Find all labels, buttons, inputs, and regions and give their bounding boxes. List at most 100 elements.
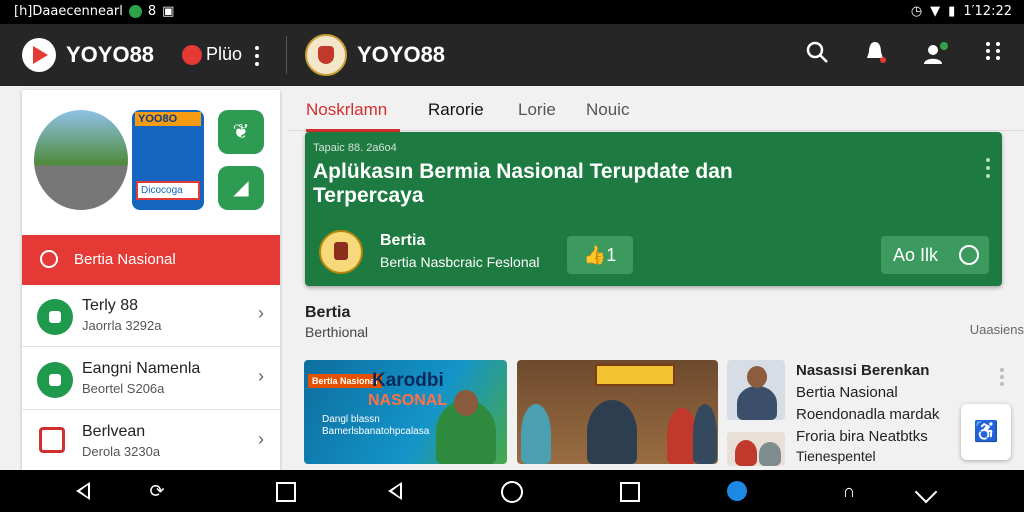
store-title: YOYO88	[66, 42, 155, 67]
app-bar: YOYO88 Plüo YOYO88	[0, 24, 1024, 86]
nav-item-subtitle: Derola 3230a	[82, 444, 161, 459]
news-card-title: Karodbi	[372, 370, 444, 391]
promo-banner-sub: Dicocoga	[136, 181, 200, 200]
nav-item-subtitle: Beortel S206a	[82, 381, 165, 396]
hero-meta: Tapaic 88. 2a6o4	[313, 142, 397, 154]
browser-icon[interactable]	[724, 478, 750, 504]
chevron-right-icon: ›	[258, 366, 264, 386]
thumbs-up-icon: 👍	[583, 245, 607, 265]
like-count: 1	[606, 245, 617, 265]
hide-keyboard-icon[interactable]	[914, 478, 940, 504]
section-title: Bertia	[305, 304, 351, 321]
hero-brand-subtitle: Bertia Nasbcraic Feslonal	[380, 254, 540, 270]
plus-badge[interactable]: Plüo	[182, 44, 242, 65]
like-button[interactable]: 👍1	[567, 236, 633, 274]
shop-sign-image	[595, 364, 675, 386]
apps-grid-icon[interactable]	[978, 40, 1008, 70]
hero-action-button[interactable]: Ao Ilk	[881, 236, 989, 274]
hero-action-label: Ao Ilk	[893, 245, 939, 265]
hero-headline: Aplükasın Bermia Nasional Terupdate dan …	[313, 160, 733, 207]
news-card[interactable]: Bertia Nasional Karodbi NASONAL Dangl bl…	[304, 360, 507, 464]
side-news-line: Tienespentel	[796, 448, 876, 464]
tab-2[interactable]: Lorie	[518, 100, 556, 120]
recents-icon[interactable]	[616, 478, 642, 504]
promo-banner[interactable]: YOO8O Dicocoga	[132, 110, 204, 210]
nav-item-active[interactable]: Bertia Nasional	[22, 235, 280, 285]
store-brand[interactable]: YOYO88	[22, 38, 154, 72]
app-title: YOYO88	[357, 42, 446, 67]
record-icon	[182, 44, 202, 65]
headset-icon[interactable]: ∩	[836, 478, 862, 504]
news-thumb-image[interactable]	[727, 360, 785, 420]
nav-item-active-label: Bertia Nasional	[74, 251, 176, 268]
chart-icon[interactable]: ◢	[218, 166, 264, 210]
brand-emblem-icon	[319, 230, 363, 274]
person-image	[587, 400, 637, 464]
news-card-photo[interactable]	[517, 360, 718, 464]
tab-1[interactable]: Rarorie	[428, 100, 484, 120]
status-time: 1′12:22	[963, 4, 1012, 19]
app-emblem-icon	[305, 34, 347, 76]
nav-item[interactable]: Terly 88 Jaorrla 3292a ›	[22, 285, 280, 347]
leaf-icon[interactable]: ❦	[218, 110, 264, 154]
system-nav-bar: ⟳ ∩	[0, 470, 1024, 512]
side-news-title[interactable]: Nasasısi Berenkan	[796, 362, 929, 379]
main-content: Noskrlamn Rarorie Lorie Nouic Tapaic 88.…	[288, 86, 1024, 470]
person-image	[693, 404, 717, 464]
news-card-text: Dangl blassn Bamerlsbanatohpcalasa	[322, 414, 430, 437]
more-vert-icon[interactable]	[255, 46, 259, 66]
hero-card[interactable]: Tapaic 88. 2a6o4 Aplükasın Bermia Nasion…	[305, 132, 1002, 286]
plus-label: Plüo	[206, 44, 243, 64]
accessibility-float-button[interactable]: ♿	[961, 404, 1011, 460]
nav-item-title: Berlvean	[82, 423, 146, 440]
more-vert-icon[interactable]	[986, 158, 990, 182]
side-news-line: Roendonadla mardak	[796, 406, 940, 423]
hero-brand-title: Bertia	[380, 232, 426, 249]
grid-icon	[39, 427, 65, 453]
chevron-right-icon: ›	[258, 303, 264, 323]
news-thumb-image[interactable]	[727, 432, 785, 466]
section-subtitle: Berthional	[305, 324, 369, 340]
rotate-icon[interactable]: ⟳	[144, 478, 170, 504]
alarm-icon: ◷	[910, 4, 923, 19]
person-image	[521, 404, 551, 464]
home-icon[interactable]	[498, 478, 524, 504]
promo-photo-image[interactable]	[34, 110, 128, 210]
promo-banner-label: YOO8O	[135, 112, 201, 126]
wheelchair-icon: ♿	[973, 421, 999, 443]
person-head-image	[454, 390, 478, 416]
chat-bubble-icon	[37, 299, 73, 335]
nav-item[interactable]: Berlvean Derola 3230a ›	[22, 411, 280, 473]
status-sync-icon: 8	[147, 4, 157, 19]
battery-icon: ▮	[948, 4, 956, 19]
news-card-tag: Bertia Nasional	[308, 374, 382, 388]
news-card-title-2: NASONAL	[368, 392, 448, 409]
add-person-icon[interactable]	[920, 40, 950, 70]
side-news-line: Froria bira Neatbtks	[796, 428, 928, 445]
nav-item-title: Eangni Namenla	[82, 360, 201, 377]
list-icon	[37, 362, 73, 398]
status-app-icon	[128, 5, 142, 18]
notification-bell-icon[interactable]	[860, 40, 890, 70]
tab-0[interactable]: Noskrlamn	[306, 100, 387, 120]
see-all-link[interactable]: Uaasiens	[970, 322, 1024, 337]
app-brand[interactable]: YOYO88	[305, 34, 445, 76]
status-gallery-icon: ▣	[162, 4, 175, 19]
back-icon[interactable]	[384, 478, 410, 504]
play-store-logo-icon	[22, 38, 56, 72]
nav-item-subtitle: Jaorrla 3292a	[82, 318, 162, 333]
wifi-icon: ▼	[930, 4, 941, 19]
nav-item[interactable]: Eangni Namenla Beortel S206a ›	[22, 348, 280, 410]
status-app-text: [h]Daaecennearl	[14, 4, 123, 19]
back-icon[interactable]	[72, 478, 98, 504]
search-icon[interactable]	[802, 40, 832, 70]
side-news-line: Bertia Nasional	[796, 384, 898, 401]
chat-icon	[40, 250, 58, 268]
tab-3[interactable]: Nouic	[586, 100, 629, 120]
more-vert-icon[interactable]	[1000, 368, 1004, 389]
side-panel: YOO8O Dicocoga ❦ ◢ Bertia Nasional Terly…	[22, 90, 280, 470]
info-icon	[959, 245, 979, 265]
recents-icon[interactable]	[272, 478, 298, 504]
chevron-right-icon: ›	[258, 429, 264, 449]
status-bar: [h]Daaecennearl 8 ▣ ◷ ▼ ▮ 1′12:22	[0, 0, 1024, 24]
